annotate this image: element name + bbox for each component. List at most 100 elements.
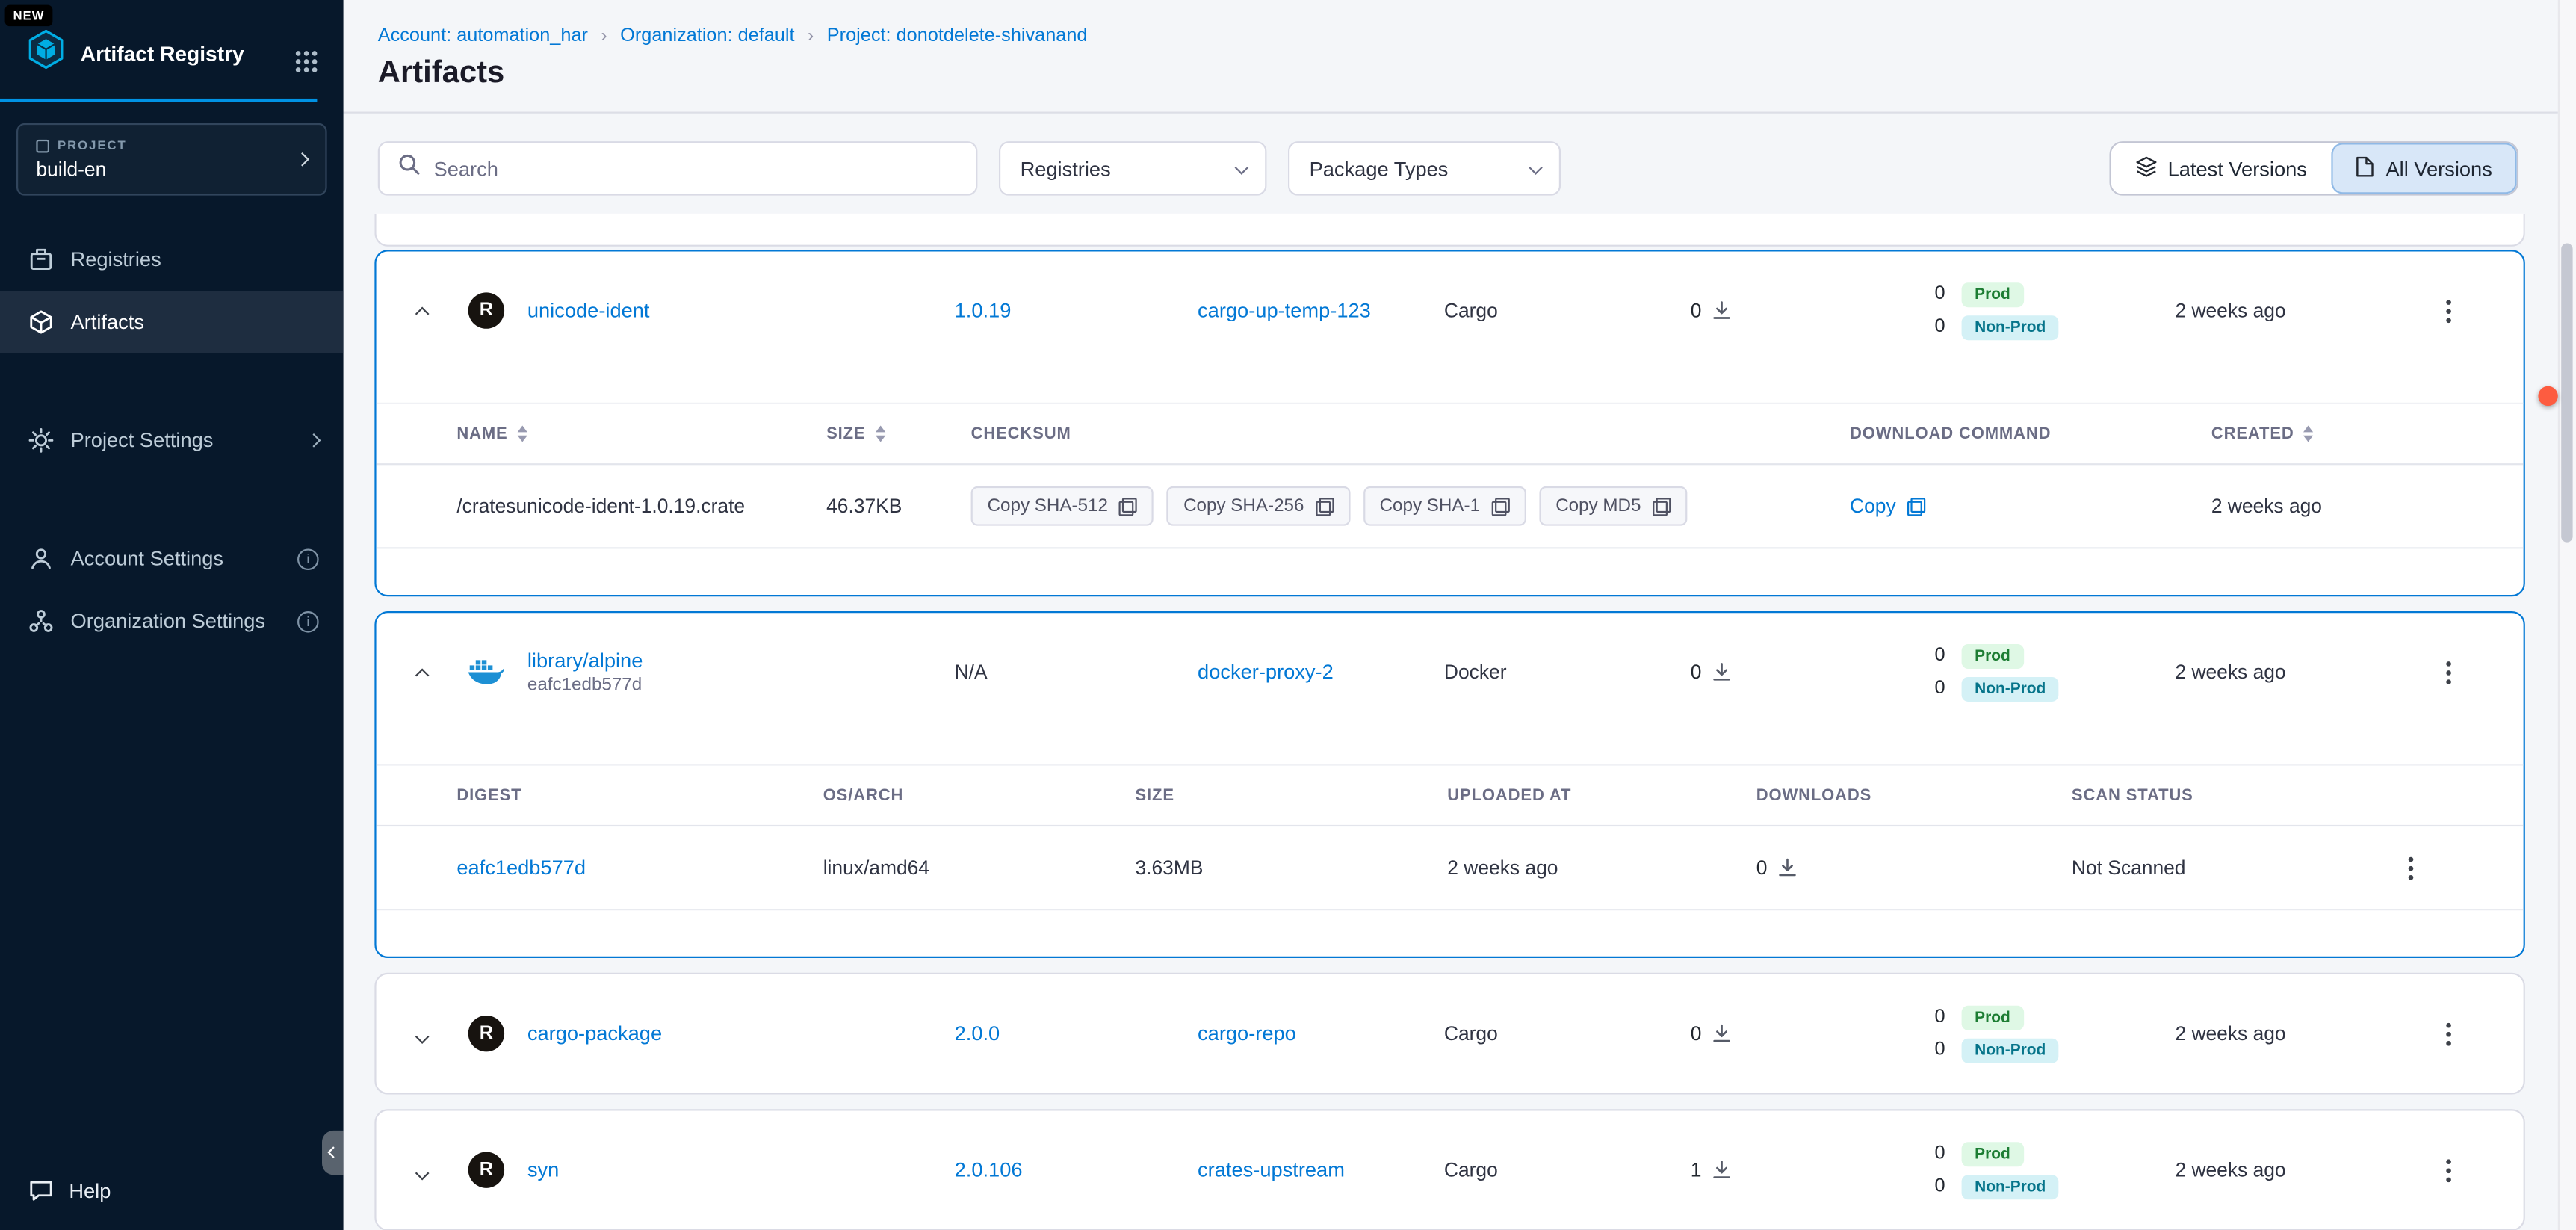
artifact-name-link[interactable]: syn [527,1158,955,1181]
copy-sha256-button[interactable]: Copy SHA-256 [1167,486,1350,526]
layers-icon [2135,155,2157,182]
sidebar-item-project-settings[interactable]: Project Settings [0,410,344,472]
artifact-version-link[interactable]: 2.0.106 [955,1158,1198,1181]
column-header: NAME [456,424,507,442]
expand-row-button[interactable] [411,1015,434,1053]
files-table-header: NAME SIZE CHECKSUM DOWNLOAD COMMAND CREA… [377,403,2524,466]
info-icon[interactable] [297,548,319,569]
apps-grid-icon[interactable] [296,51,301,56]
file-row: /cratesunicode-ident-1.0.19.crate 46.37K… [377,465,2524,548]
breadcrumb-project-link[interactable]: Project: donotdelete-shivanand [827,26,1088,46]
environment-badges: 0Prod 0Non-Prod [1929,1141,2176,1199]
sidebar-item-organization-settings[interactable]: Organization Settings [0,590,344,652]
files-table: NAME SIZE CHECKSUM DOWNLOAD COMMAND CREA… [377,403,2524,549]
sidebar-item-artifacts[interactable]: Artifacts [0,291,344,353]
copy-icon [1653,497,1671,515]
header-divider [344,112,2576,114]
column-header: DOWNLOAD COMMAND [1850,424,2051,442]
artifact-digest-subtitle: eafc1edb577d [527,676,955,695]
breadcrumb-account-link[interactable]: Account: automation_har [378,26,588,46]
scrollbar[interactable] [2558,0,2576,1230]
row-menu-button[interactable] [2400,859,2422,877]
vertical-ellipsis-icon [2446,308,2451,313]
vertical-ellipsis-icon [2446,670,2451,675]
vertical-ellipsis-icon [2446,1167,2451,1172]
copy-icon [1316,497,1334,515]
sidebar-item-account-settings[interactable]: Account Settings [0,528,344,590]
artifact-version-link[interactable]: 1.0.19 [955,299,1198,322]
artifact-registry-link[interactable]: cargo-repo [1198,1022,1444,1045]
row-menu-button[interactable] [2438,1025,2459,1042]
downloads-value: 1 [1691,1158,1702,1181]
copy-icon [1907,497,1925,515]
artifact-version-link[interactable]: 2.0.0 [955,1022,1198,1045]
copy-download-command-button[interactable]: Copy [1850,495,2211,518]
chevron-right-icon [295,152,309,167]
gear-icon [28,427,54,454]
artifact-name-link[interactable]: unicode-ident [527,299,955,322]
digest-link[interactable]: eafc1edb577d [456,856,823,880]
sidebar-item-registries[interactable]: Registries [0,229,344,291]
help-chat-icon [28,1178,54,1204]
sidebar-accent-line [0,99,317,102]
prod-count: 0 [1929,1143,1945,1163]
artifact-card-unicode-ident: unicode-ident 1.0.19 cargo-up-temp-123 C… [374,250,2524,596]
digest-row: eafc1edb577d linux/amd64 3.63MB 2 weeks … [377,826,2524,910]
collapse-row-button[interactable] [411,291,434,330]
copy-sha1-button[interactable]: Copy SHA-1 [1363,486,1526,526]
artifact-registry-link[interactable]: docker-proxy-2 [1198,661,1444,684]
sidebar-item-label: Registries [71,248,161,271]
file-size: 46.37KB [826,495,971,518]
downloads-value: 0 [1691,299,1702,322]
scrollbar-thumb[interactable] [2561,243,2572,542]
button-label: Copy SHA-512 [988,496,1108,516]
artifact-registry-link[interactable]: crates-upstream [1198,1158,1444,1181]
downloads-count: 0 [1691,661,1929,684]
artifact-name-link[interactable]: library/alpine [527,649,955,673]
all-versions-button[interactable]: All Versions [2332,143,2517,194]
notification-beacon[interactable] [2538,386,2557,406]
search-input[interactable] [434,157,958,180]
prod-badge: Prod [1962,1141,2024,1166]
breadcrumb: Account: automation_har Organization: de… [344,0,2576,46]
package-types-filter-dropdown[interactable]: Package Types [1288,141,1561,196]
artifact-row: syn 2.0.106 crates-upstream Cargo 1 0Pro… [377,1111,2524,1229]
row-menu-button[interactable] [2438,663,2459,681]
registries-filter-dropdown[interactable]: Registries [999,141,1266,196]
button-label: Copy [1850,495,1896,518]
latest-versions-button[interactable]: Latest Versions [2111,143,2332,194]
chevron-down-icon [415,1029,430,1043]
expand-row-button[interactable] [411,1151,434,1189]
artifact-type: Docker [1444,661,1691,684]
downloads-count: 0 [1691,1022,1929,1045]
row-menu-button[interactable] [2438,302,2459,320]
sort-icon[interactable] [2304,426,2314,442]
copy-md5-button[interactable]: Copy MD5 [1539,486,1687,526]
sidebar-item-label: Account Settings [71,547,223,570]
vertical-ellipsis-icon [2409,865,2414,871]
info-icon[interactable] [297,611,319,632]
cargo-package-icon [468,1152,504,1187]
artifact-row: unicode-ident 1.0.19 cargo-up-temp-123 C… [377,251,2524,369]
artifact-registry-link[interactable]: cargo-up-temp-123 [1198,299,1444,322]
collapse-row-button[interactable] [411,653,434,691]
sidebar-nav: Registries Artifacts [0,229,344,652]
row-menu-button[interactable] [2438,1161,2459,1179]
prod-count: 0 [1929,284,1945,303]
breadcrumb-organization-link[interactable]: Organization: default [620,26,794,46]
sort-icon[interactable] [876,426,885,442]
download-icon [1712,662,1731,682]
sidebar-item-help[interactable]: Help [28,1178,111,1204]
chevron-down-icon [415,1166,430,1180]
sort-icon[interactable] [518,426,527,442]
column-header: DOWNLOADS [1756,786,1872,804]
sidebar: NEW Artifact Registry PROJECT build-en [0,0,344,1230]
project-selector[interactable]: PROJECT build-en [16,123,327,196]
sidebar-item-label: Organization Settings [71,610,266,633]
versions-table-header: DIGEST OS/ARCH SIZE UPLOADED AT DOWNLOAD… [377,764,2524,827]
artifact-name-link[interactable]: cargo-package [527,1022,955,1045]
image-size: 3.63MB [1135,856,1447,880]
sidebar-collapse-button[interactable] [322,1131,344,1175]
copy-sha512-button[interactable]: Copy SHA-512 [971,486,1154,526]
toolbar: Registries Package Types Latest Versions [378,141,2518,196]
